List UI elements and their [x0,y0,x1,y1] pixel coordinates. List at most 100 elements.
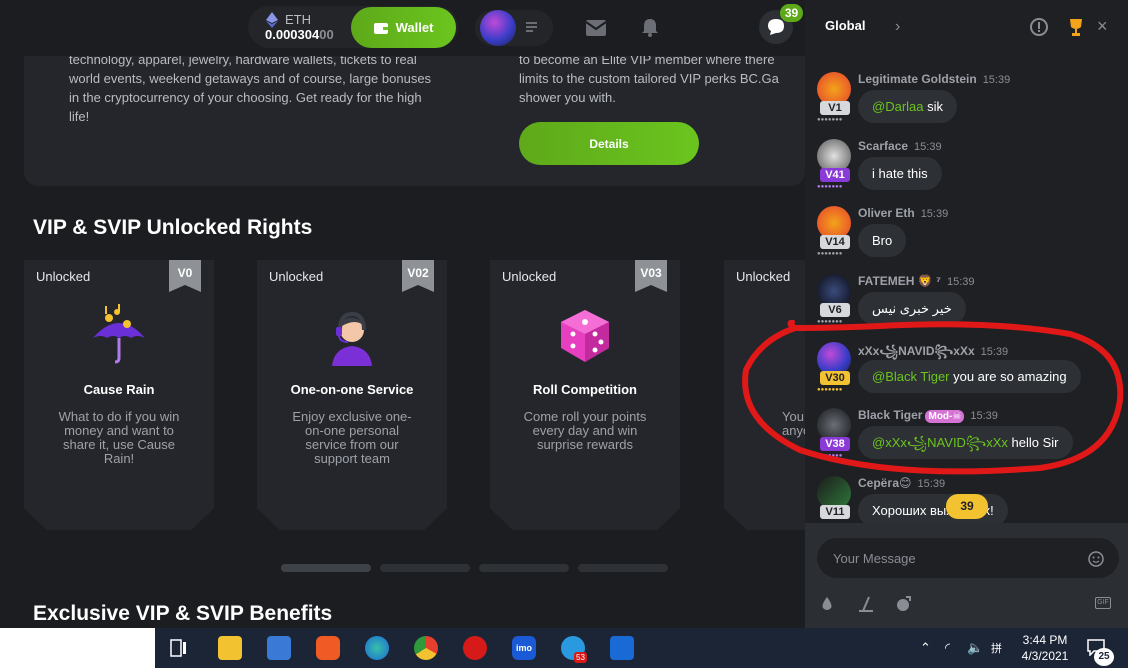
wallet-label: Wallet [395,20,434,35]
chat-unread-badge: 39 [780,4,803,22]
command-slash-icon[interactable] [857,595,875,613]
card-desc: Enjoy exclusive one-on-one personal serv… [292,409,412,466]
opera-browser-icon[interactable] [463,636,487,660]
app-root: technology, apparel, jewelry, hardware w… [0,0,1128,668]
details-button[interactable]: Details [519,122,699,165]
star-rating: ●●●●●●● [817,319,843,325]
vip-card-one-on-one[interactable]: Unlocked V02 One-on-one Service Enjoy ex… [257,260,447,530]
vip-card-roll-competition[interactable]: Unlocked V03 Roll Competition Come roll … [490,260,680,530]
message-bubble: i hate this [858,157,942,190]
main-content: technology, apparel, jewelry, hardware w… [0,0,914,628]
mail-app-icon[interactable] [610,636,634,660]
moderator-badge: Mod-☠ [925,410,965,423]
username-text: FATEMEH 🦁 ⁷ [858,274,942,288]
message-text: i hate this [872,166,928,181]
message-username[interactable]: Black Tiger Mod-☠ 15:39 [858,408,998,423]
level-badge: V14 [820,235,850,249]
carousel-dot-4[interactable] [578,564,668,572]
message-username[interactable]: Legitimate Goldstein 15:39 [858,72,1010,86]
imo-app-icon[interactable]: imo [512,636,536,660]
chrome-browser-icon[interactable] [414,636,438,660]
coin-tip-icon[interactable] [894,595,912,613]
chat-composer: GIF [805,523,1128,628]
section-title-unlocked-rights: VIP & SVIP Unlocked Rights [33,216,313,239]
gif-icon[interactable]: GIF [1095,597,1111,609]
card-status: Unlocked [736,269,791,284]
new-messages-badge[interactable]: 39 [946,494,988,519]
taskbar-clock[interactable]: 3:44 PM 4/3/2021 [1020,632,1070,664]
card-status: Unlocked [269,269,324,284]
level-badge: V38 [820,437,850,451]
taskbar-search[interactable] [0,628,155,668]
mention[interactable]: @Black Tiger [872,369,950,384]
message-time: 15:39 [914,141,942,153]
balance-main: 0.000304 [265,27,320,42]
message-username[interactable]: FATEMEH 🦁 ⁷ 15:39 [858,274,975,288]
support-agent-icon [332,311,372,366]
balance-dim: 00 [319,27,334,42]
file-explorer-icon[interactable] [218,636,242,660]
chat-header: Global › × [805,0,1128,56]
message-text: sik [923,99,943,114]
mention[interactable]: @xXx꧁NAVID꧂xXx [872,435,1008,450]
edge-browser-icon[interactable] [365,636,389,660]
menu-icon[interactable] [526,20,540,34]
star-rating: ●●●●●●● [817,453,843,459]
message-time: 15:39 [947,276,975,288]
card-desc: Come roll your points every day and win … [523,409,647,452]
laptop-app-icon[interactable] [267,636,291,660]
tab-global[interactable]: Global [825,18,865,33]
carousel-dot-2[interactable] [380,564,470,572]
username-text: Oliver Eth [858,206,915,220]
username-text: xXx꧁NAVID꧂xXx [858,344,975,358]
username-text: Серёга😊 [858,476,912,490]
emoji-icon[interactable] [1088,551,1104,567]
rain-drop-icon[interactable] [818,595,836,613]
carousel-dot-1[interactable] [281,564,371,572]
task-view-icon[interactable] [170,639,188,657]
info-icon[interactable] [1028,16,1050,38]
level-badge: V6 [820,303,850,317]
message-time: 15:39 [970,410,998,422]
level-badge: V30 [820,371,850,385]
carousel-dot-3[interactable] [479,564,569,572]
star-rating: ●●●●●●● [817,184,843,190]
trophy-icon[interactable] [1065,16,1087,38]
message-bubble: @xXx꧁NAVID꧂xXx hello Sir [858,426,1073,459]
chat-message-input[interactable] [817,538,1119,578]
avatar[interactable] [480,10,516,46]
chevron-up-icon[interactable]: ⌃ [920,640,931,656]
clock-date: 4/3/2021 [1021,649,1069,663]
card-status: Unlocked [36,269,91,284]
volume-icon[interactable]: 🔈 [967,640,983,656]
vip-card-cause-rain[interactable]: Unlocked V0 Cause Rain What to do if you… [24,260,214,530]
message-username[interactable]: Серёга😊 15:39 [858,476,945,490]
card-title: Cause Rain [83,382,155,397]
chevron-right-icon[interactable]: › [895,18,900,36]
message-text: خیر خبری نیس [872,301,952,316]
message-bubble: خیر خبری نیس [858,292,966,325]
message-username[interactable]: Oliver Eth 15:39 [858,206,948,220]
star-rating: ●●●●●●● [817,387,843,393]
mention[interactable]: @Darlaa [872,99,924,114]
chat-icon [768,19,784,35]
mail-icon[interactable] [586,20,606,36]
promo-left-text: technology, apparel, jewelry, hardware w… [69,52,432,124]
brave-browser-icon[interactable] [316,636,340,660]
card-title: Roll Competition [533,382,637,397]
umbrella-rain-icon [93,304,145,364]
card-level-tag: V03 [635,260,667,292]
close-icon[interactable]: × [1097,16,1108,37]
wifi-icon[interactable]: ◜ [945,640,950,656]
message-time: 15:39 [982,74,1011,86]
message-username[interactable]: Scarface 15:39 [858,139,942,153]
bell-icon[interactable] [640,17,660,37]
promo-panel: technology, apparel, jewelry, hardware w… [24,40,805,186]
language-icon[interactable]: 拼 [991,640,1002,656]
message-bubble: Bro [858,224,907,257]
card-status: Unlocked [502,269,557,284]
ethereum-icon [266,12,278,28]
level-badge: V11 [820,505,850,519]
wallet-button[interactable]: Wallet [351,7,456,48]
currency-name: ETH [285,12,311,27]
